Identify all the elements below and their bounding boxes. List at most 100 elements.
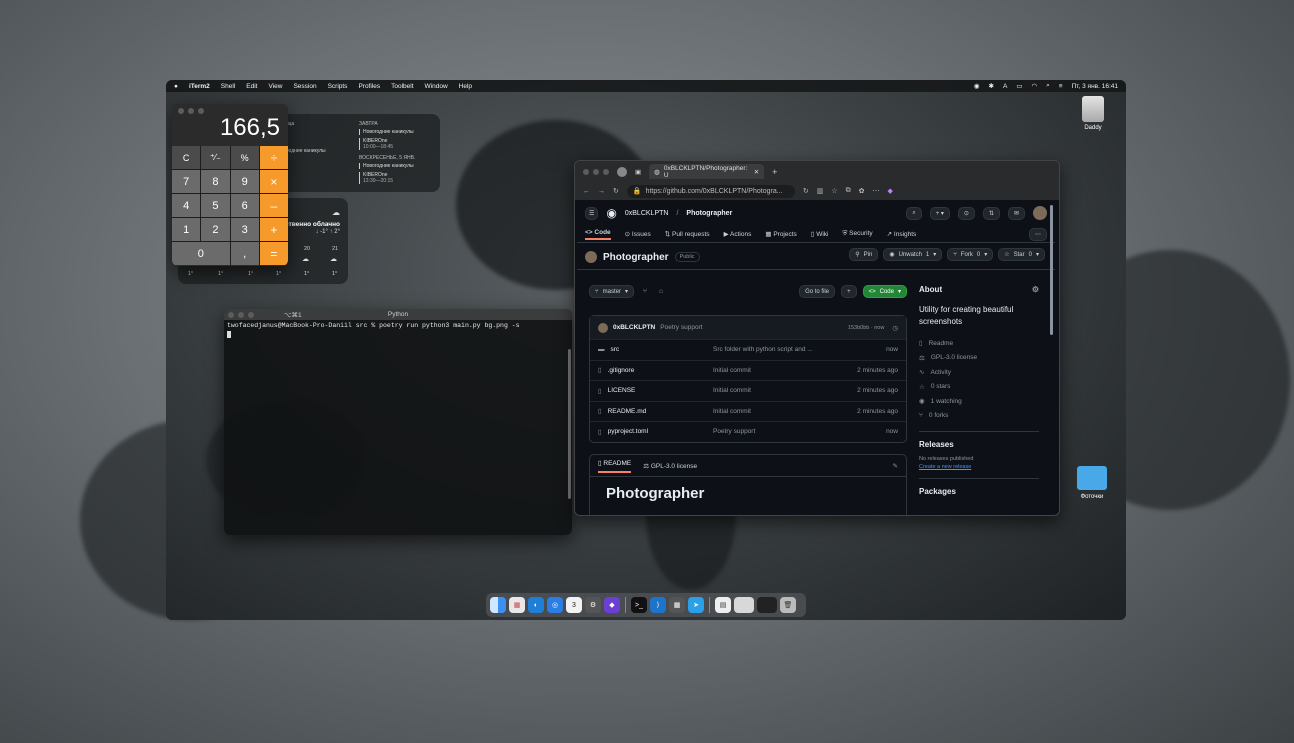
more-tabs-icon[interactable]: ⋯ <box>1029 227 1047 241</box>
commit-author[interactable]: 0xBLCKLPTN <box>613 324 655 331</box>
menu-profiles[interactable]: Profiles <box>358 83 380 90</box>
tab-readme[interactable]: ▯ README <box>598 459 632 473</box>
profile-avatar[interactable] <box>617 166 627 177</box>
add-file-button[interactable]: + <box>841 285 857 298</box>
forward-arrow-icon[interactable]: → <box>598 188 605 195</box>
back-arrow-icon[interactable]: ← <box>583 188 590 195</box>
tab-actions[interactable]: ▶ Actions <box>724 230 752 238</box>
unwatch-button[interactable]: ◉ Unwatch 1 ▾ <box>883 248 943 261</box>
tab-license[interactable]: ⚖ GPL-3.0 license <box>643 462 697 470</box>
tab-projects[interactable]: ▦ Projects <box>765 230 796 238</box>
file-row[interactable]: ▯ .gitignore Initial commit 2 minutes ago <box>590 359 906 381</box>
avatar[interactable] <box>1033 206 1047 220</box>
file-name[interactable]: pyproject.toml <box>608 428 648 435</box>
tab-wiki[interactable]: ▯ Wiki <box>811 230 829 238</box>
github-logo-icon[interactable]: ◉ <box>606 206 616 220</box>
file-commit-message[interactable]: Initial commit <box>713 367 838 374</box>
about-readme[interactable]: ▯ Readme <box>919 336 1039 351</box>
pin-button[interactable]: ⚲ Pin <box>849 248 879 261</box>
tab-pull-requests[interactable]: ⇅ Pull requests <box>665 230 710 238</box>
calculator-window[interactable]: 166,5 C ⁺∕₋% ÷ 7 8 9 × 4 5 6– 1 2 3 +0, = <box>172 104 288 266</box>
calendar-event[interactable]: Новогодние каникулы <box>359 129 433 135</box>
trash-icon[interactable]: 🗑 <box>780 597 796 613</box>
calculator-key[interactable]: × <box>259 170 288 193</box>
about-activity[interactable]: ∿ Activity <box>919 365 1039 380</box>
file-row[interactable]: ▯ README.md Initial commit 2 minutes ago <box>590 400 906 422</box>
about-license[interactable]: ⚖ GPL-3.0 license <box>919 351 1039 366</box>
fork-button[interactable]: ⑂ Fork 0 ▾ <box>947 248 994 261</box>
launchpad-icon[interactable]: ▦ <box>509 597 525 613</box>
calculator-key[interactable]: 0 <box>172 242 230 265</box>
file-name[interactable]: .gitignore <box>608 367 635 374</box>
file-name[interactable]: src <box>611 346 620 353</box>
menu-clock[interactable]: Пт, 3 янв. 16:41 <box>1072 83 1118 90</box>
calculator-key[interactable]: C <box>172 146 201 169</box>
calculator-key[interactable]: 1 <box>172 218 201 241</box>
menu-view[interactable]: View <box>268 83 282 90</box>
control-center-icon[interactable]: ≡ <box>1059 83 1063 90</box>
repo-title-text[interactable]: Photographer <box>603 252 669 263</box>
terminal-prompt-line[interactable]: twofacedjanus@MacBook-Pro-Daniil src % p… <box>224 320 572 331</box>
terminal-scrollbar[interactable] <box>568 349 571 499</box>
menu-shell[interactable]: Shell <box>221 83 235 90</box>
calculator-key[interactable]: 5 <box>201 194 230 217</box>
calendar-event[interactable]: KIBEROne 10:00—18:45 <box>359 138 433 150</box>
calculator-key[interactable]: + <box>259 218 288 241</box>
issues-icon[interactable]: ⊙ <box>957 206 975 220</box>
apple-icon[interactable]: ● <box>174 83 178 90</box>
favorites-star-icon[interactable]: ☆ <box>831 187 837 195</box>
inbox-icon[interactable]: ✉ <box>1007 206 1025 220</box>
calendar-icon[interactable]: 3 <box>566 597 582 613</box>
file-row[interactable]: ▯ LICENSE Initial commit 2 minutes ago <box>590 380 906 401</box>
zoom-button[interactable] <box>603 168 609 175</box>
calendar-widget[interactable]: ница ogодние каникулы ЗАВТРА Новогодние … <box>278 114 440 192</box>
app-icon[interactable]: ◆ <box>604 597 620 613</box>
close-button[interactable] <box>178 108 184 114</box>
tab-insights[interactable]: ↗ Insights <box>887 230 917 238</box>
calculator-icon[interactable]: ▦ <box>669 597 685 613</box>
branch-selector[interactable]: ⑂ master ▾ <box>589 285 634 298</box>
zoom-button[interactable] <box>198 108 204 114</box>
calendar-event[interactable]: Новогодние каникулы <box>359 163 433 169</box>
terminal-icon[interactable]: >_ <box>631 597 647 613</box>
calculator-key[interactable]: 7 <box>172 170 201 193</box>
search-icon[interactable]: ⌕ <box>1046 82 1050 90</box>
file-name[interactable]: README.md <box>608 408 647 415</box>
calculator-key[interactable]: = <box>259 242 288 265</box>
extensions-icon[interactable]: ✿ <box>859 187 865 195</box>
menu-scripts[interactable]: Scripts <box>328 83 348 90</box>
finder-icon[interactable] <box>490 597 506 613</box>
vscode-icon[interactable]: ⟩ <box>650 597 666 613</box>
bluetooth-icon[interactable]: ✱ <box>989 82 994 90</box>
menu-help[interactable]: Help <box>459 83 472 90</box>
file-name[interactable]: LICENSE <box>608 387 636 394</box>
file-commit-message[interactable]: Poetry support <box>713 428 838 435</box>
calculator-key[interactable]: – <box>259 194 288 217</box>
gear-icon[interactable]: ⚙ <box>1032 285 1039 294</box>
refresh-icon[interactable]: ↻ <box>803 187 809 195</box>
calendar-event[interactable]: KIBEROne 13:30—20:15 <box>359 172 433 184</box>
packages-title[interactable]: Packages <box>919 487 1039 496</box>
repo-owner-link[interactable]: 0xBLCKLPTN <box>625 210 669 217</box>
battery-icon[interactable]: ▭ <box>1016 82 1022 90</box>
edit-pencil-icon[interactable]: ✎ <box>893 462 898 470</box>
tab-security[interactable]: ⛨ Security <box>842 230 872 238</box>
about-stars[interactable]: ☆ 0 stars <box>919 380 1039 395</box>
code-dropdown-button[interactable]: <> Code ▾ <box>862 285 907 298</box>
about-watching[interactable]: ◉ 1 watching <box>919 394 1039 409</box>
tab-actions-icon[interactable]: ▣ <box>635 168 641 176</box>
tab-issues[interactable]: ⊙ Issues <box>625 230 651 238</box>
settings-icon[interactable]: ⚙ <box>585 597 601 613</box>
about-forks[interactable]: ⑂ 0 forks <box>919 409 1039 424</box>
calculator-key[interactable]: ⁺∕₋ <box>201 146 230 169</box>
branches-icon[interactable]: ⑂ <box>640 287 650 297</box>
file-row[interactable]: ▯ pyproject.toml Poetry support now <box>590 421 906 442</box>
safari-icon[interactable]: ◎ <box>547 597 563 613</box>
edge-icon[interactable]: ◐ <box>528 597 544 613</box>
calculator-key[interactable]: 2 <box>201 218 230 241</box>
file-commit-message[interactable]: Initial commit <box>713 408 838 415</box>
close-tab-icon[interactable]: ✕ <box>754 168 759 176</box>
split-screen-icon[interactable]: ▥ <box>817 187 824 195</box>
minimize-button[interactable] <box>593 168 599 175</box>
address-bar[interactable]: 🔒 https://github.com/0xBLCKLPTN/Photogra… <box>626 184 795 198</box>
